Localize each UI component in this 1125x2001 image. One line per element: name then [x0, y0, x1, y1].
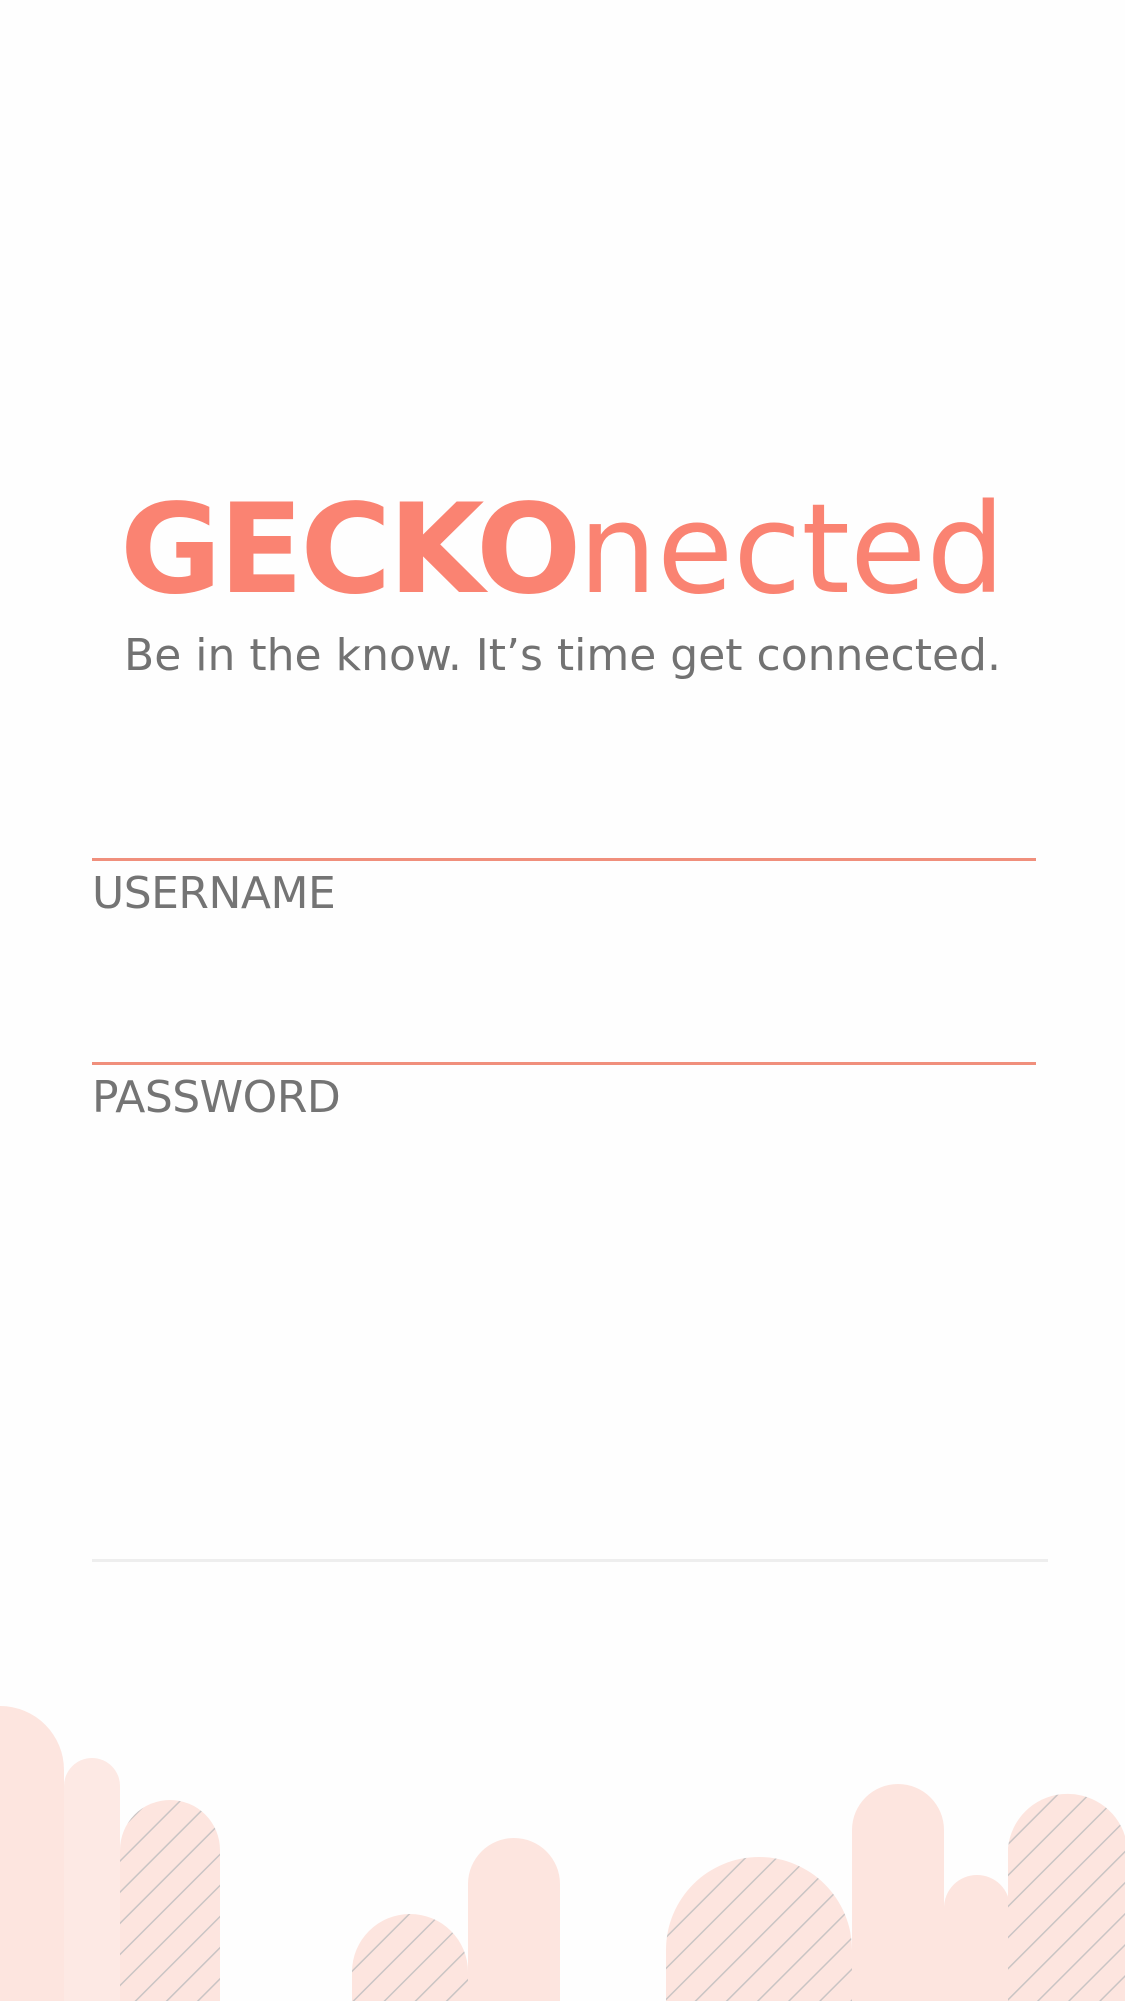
pillar-shape	[64, 1758, 120, 2001]
username-label: USERNAME	[92, 868, 336, 919]
pillar-shape	[1008, 1793, 1125, 2001]
password-underline	[92, 1062, 1036, 1065]
logo-bold-text: GECKO	[119, 478, 581, 622]
app-logo: GECKOnected	[0, 488, 1125, 612]
login-screen: GECKOnected Be in the know. It’s time ge…	[0, 0, 1125, 2001]
pillar-shape	[666, 1857, 852, 2001]
pillar-shape	[468, 1838, 560, 2001]
tagline: Be in the know. It’s time get connected.	[124, 630, 1001, 681]
username-underline	[92, 858, 1036, 861]
password-input[interactable]	[92, 982, 1040, 1060]
logo-light-text: nected	[578, 478, 1006, 622]
pillar-shape	[120, 1800, 220, 2001]
form-divider	[92, 1559, 1048, 1562]
pillar-shape	[352, 1914, 468, 2001]
pillar-shape	[0, 1706, 64, 2001]
decorative-pillars-graphic	[0, 1706, 1125, 2001]
pillar-shape	[852, 1784, 944, 2001]
pillar-shape	[944, 1875, 1010, 2001]
username-input[interactable]	[92, 778, 1040, 856]
password-label: PASSWORD	[92, 1072, 341, 1123]
